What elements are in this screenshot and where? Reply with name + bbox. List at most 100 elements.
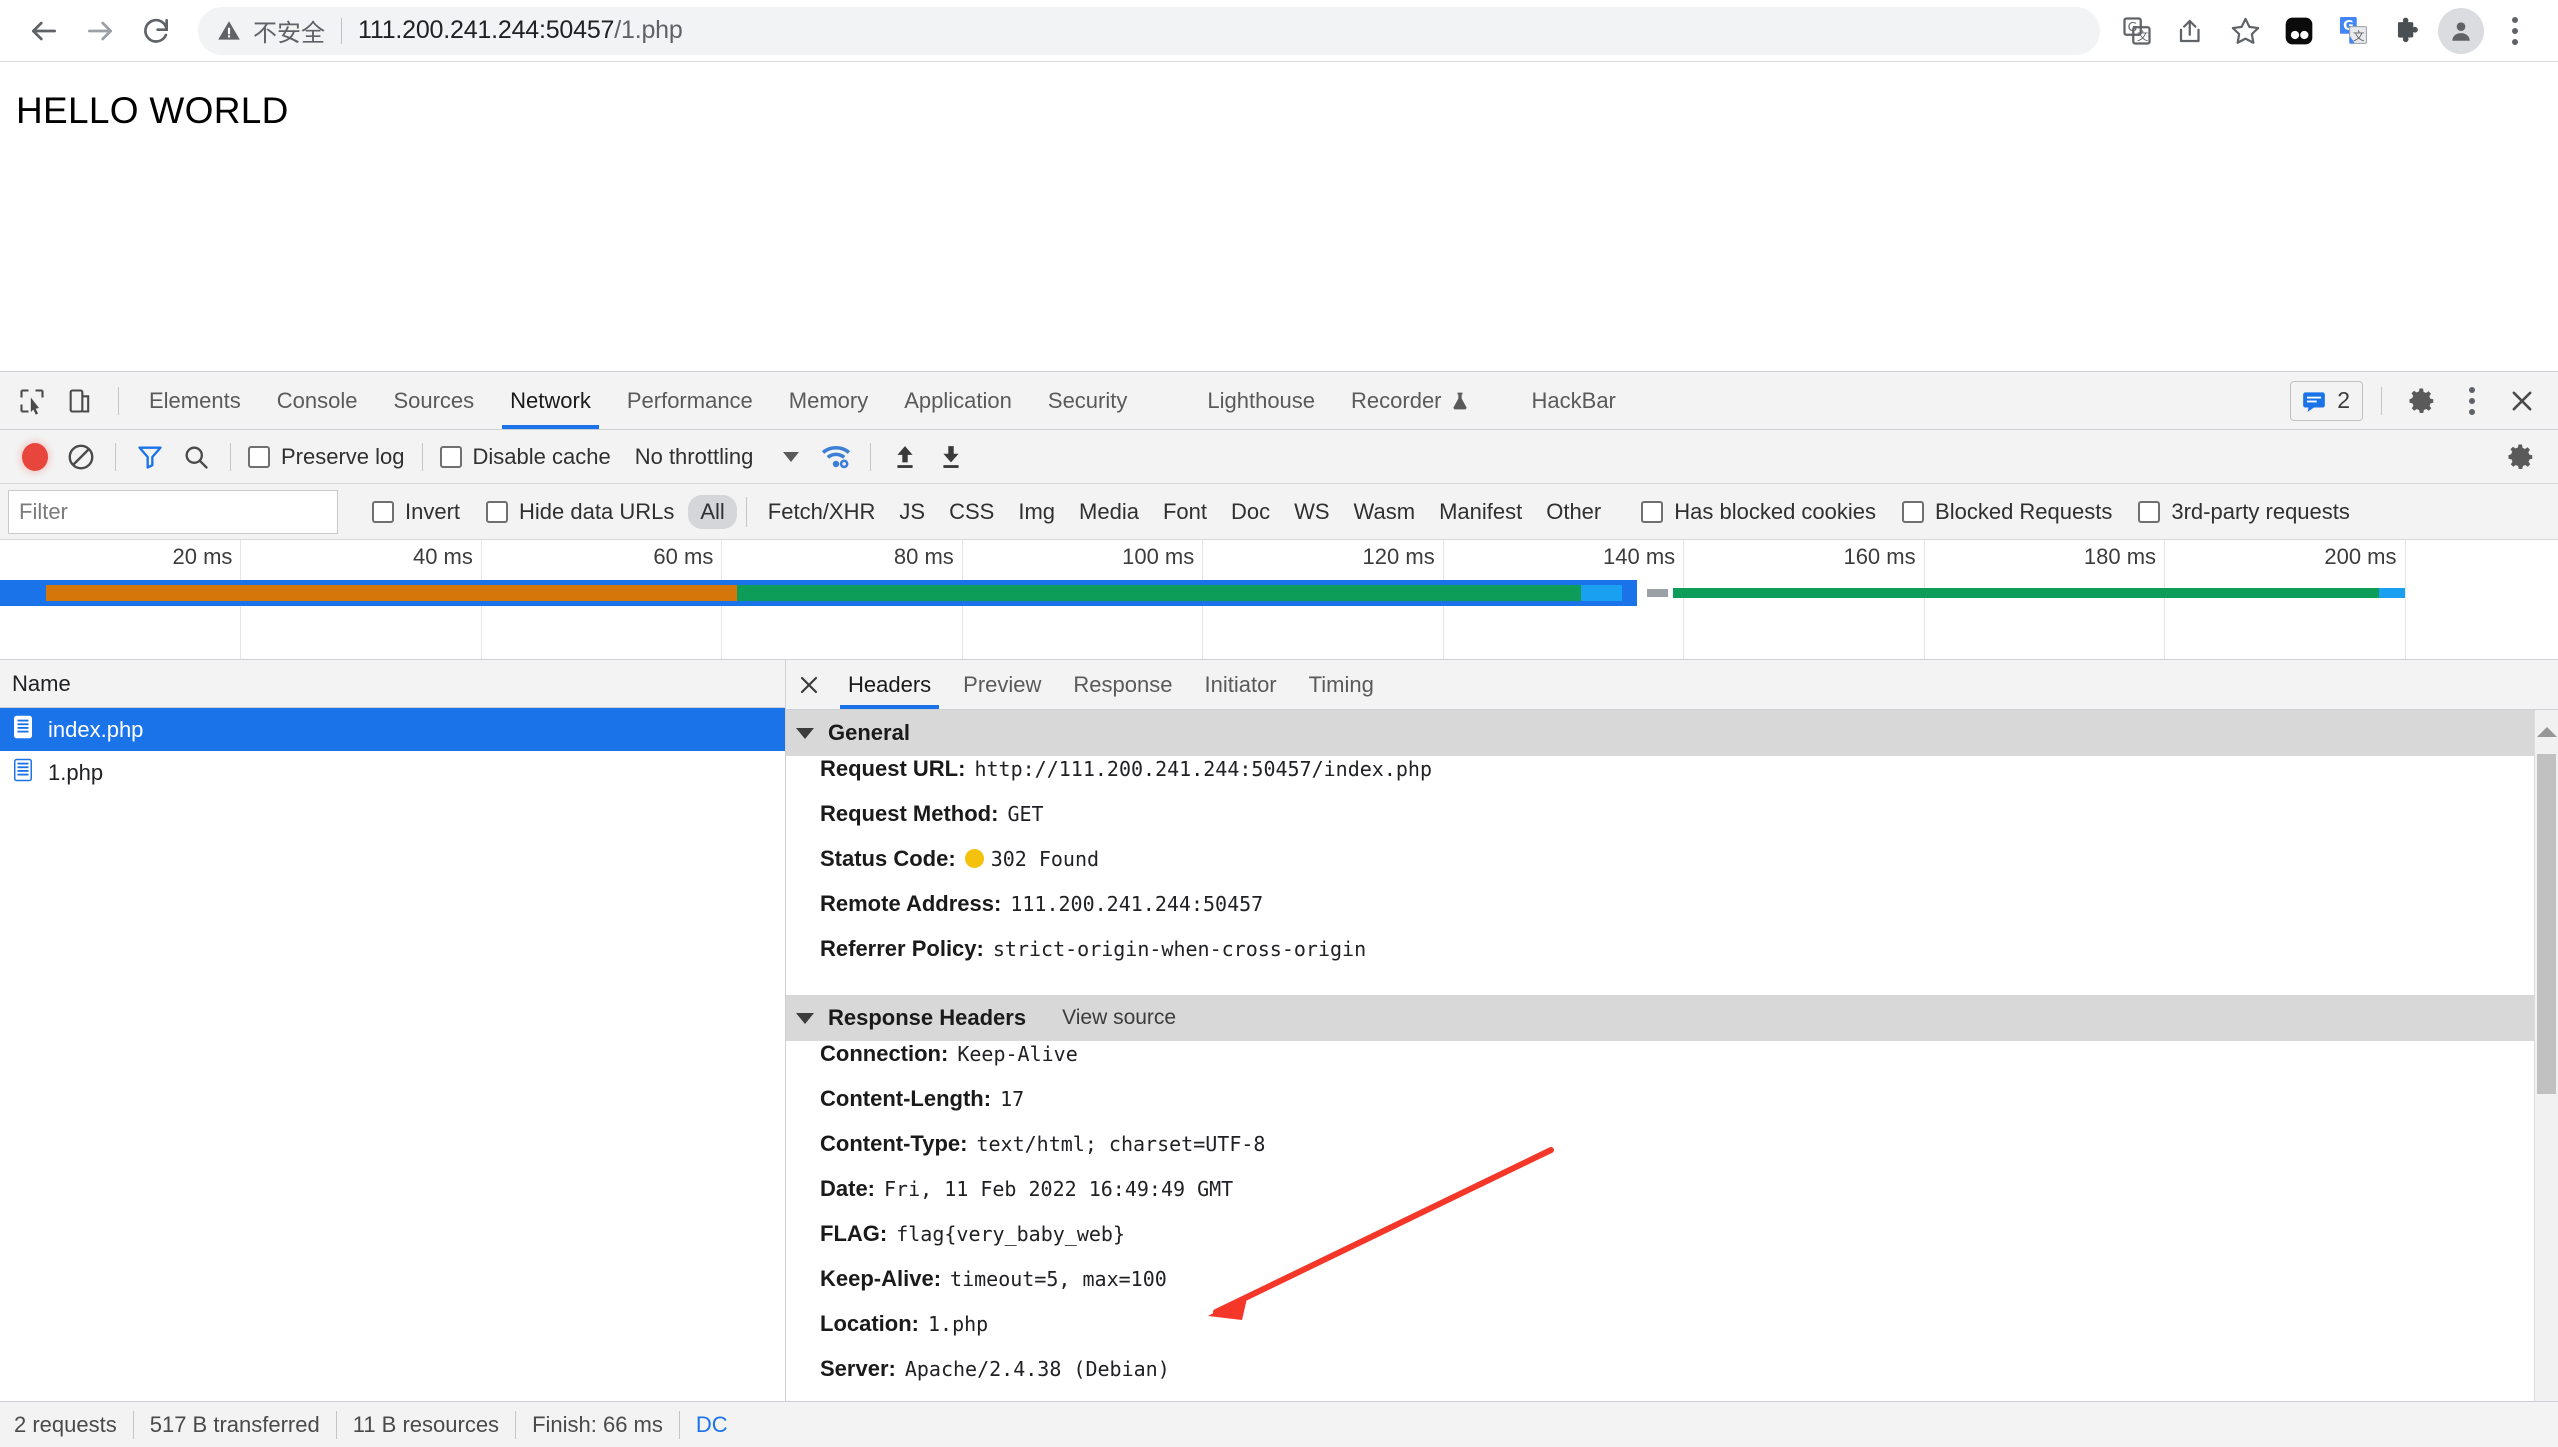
search-icon[interactable] [173,434,219,480]
export-har-icon[interactable] [928,434,974,480]
response-headers-section-header[interactable]: Response Headers View source [786,995,2558,1041]
network-settings-gear-icon[interactable] [2498,434,2544,480]
filter-input[interactable] [8,490,338,534]
request-list-header[interactable]: Name [0,660,785,708]
omnibox[interactable]: 不安全 111.200.241.244:50457/1.php [198,7,2100,55]
filter-type-js[interactable]: JS [887,495,937,529]
chrome-menu-icon[interactable] [2488,4,2542,58]
table-row[interactable]: 1.php [0,751,785,794]
kebab-dots [2512,17,2518,45]
tab-response[interactable]: Response [1057,660,1188,709]
page-title: HELLO WORLD [16,90,2542,132]
has-blocked-cookies-checkbox[interactable]: Has blocked cookies [1635,499,1882,525]
tab-timing[interactable]: Timing [1293,660,1390,709]
tab-preview[interactable]: Preview [947,660,1057,709]
hide-data-urls-label: Hide data URLs [519,499,674,525]
tab-application[interactable]: Application [886,372,1030,429]
network-overview-timeline[interactable]: 20 ms 40 ms 60 ms 80 ms 100 ms 120 ms 14… [0,540,2558,660]
address-bar-url[interactable]: 111.200.241.244:50457/1.php [358,16,683,45]
devtools-close-icon[interactable] [2500,379,2544,423]
tab-memory[interactable]: Memory [771,372,886,429]
import-har-icon[interactable] [882,434,928,480]
record-button[interactable] [12,434,58,480]
filter-type-other[interactable]: Other [1534,495,1613,529]
extension-dark-icon[interactable] [2272,4,2326,58]
filter-type-img[interactable]: Img [1006,495,1067,529]
forward-button[interactable] [72,3,128,59]
tab-console[interactable]: Console [259,372,376,429]
tab-security[interactable]: Security [1030,372,1145,429]
view-source-link[interactable]: View source [1062,1006,1176,1030]
preserve-log-label: Preserve log [281,444,405,470]
document-icon [12,758,34,788]
filter-type-fetch-xhr[interactable]: Fetch/XHR [756,495,888,529]
google-translate-extension-icon[interactable]: G文 [2326,4,2380,58]
network-filter-bar: Invert Hide data URLs All Fetch/XHR JS C… [0,484,2558,540]
header-row: Server: Apache/2.4.38 (Debian) [786,1356,2558,1401]
header-value: http://111.200.241.244:50457/index.php [974,757,1432,781]
overview-tick: 200 ms [2324,544,2404,570]
filter-type-all[interactable]: All [688,495,736,529]
network-status-bar: 2 requests 517 B transferred 11 B resour… [0,1401,2558,1447]
tab-hackbar[interactable]: HackBar [1514,372,1634,429]
general-section-header[interactable]: General [786,710,2558,756]
filter-type-doc[interactable]: Doc [1219,495,1282,529]
filter-type-media[interactable]: Media [1067,495,1151,529]
header-value: Keep-Alive [957,1042,1077,1066]
filter-type-manifest[interactable]: Manifest [1427,495,1534,529]
filter-type-css[interactable]: CSS [937,495,1006,529]
filter-type-ws[interactable]: WS [1282,495,1341,529]
scrollbar-thumb[interactable] [2537,754,2556,1094]
tab-elements[interactable]: Elements [131,372,259,429]
filter-type-font[interactable]: Font [1151,495,1219,529]
network-conditions-icon[interactable] [813,434,859,480]
tab-lighthouse[interactable]: Lighthouse [1189,372,1333,429]
tab-label: Console [277,388,358,414]
third-party-requests-checkbox[interactable]: 3rd-party requests [2132,499,2356,525]
tab-label: Memory [789,388,868,414]
omnibox-divider [341,18,342,44]
tab-recorder[interactable]: Recorder [1333,372,1487,429]
reload-button[interactable] [128,3,184,59]
tab-initiator[interactable]: Initiator [1188,660,1292,709]
scroll-up-arrow-icon[interactable] [2535,710,2558,754]
hide-data-urls-checkbox[interactable]: Hide data URLs [480,499,680,525]
profile-avatar-icon[interactable] [2434,4,2488,58]
inspect-element-icon[interactable] [10,379,54,423]
devtools-more-icon[interactable] [2450,379,2494,423]
blocked-requests-checkbox[interactable]: Blocked Requests [1896,499,2118,525]
puzzle-icon[interactable] [2380,4,2434,58]
filter-toggle-icon[interactable] [127,434,173,480]
overview-tick: 140 ms [1603,544,1683,570]
header-value: 17 [1000,1087,1024,1111]
overview-bar-index-orange [46,585,737,601]
header-value: GET [1007,802,1043,826]
clear-button[interactable] [58,434,104,480]
toolbar-divider-4 [870,443,871,471]
tab-headers[interactable]: Headers [832,660,947,709]
details-scrollbar[interactable] [2534,710,2558,1401]
filter-type-wasm[interactable]: Wasm [1342,495,1428,529]
tab-performance[interactable]: Performance [609,372,771,429]
header-row-status: Status Code: 302 Found [786,846,2558,891]
back-button[interactable] [16,3,72,59]
translate-icon[interactable]: G文 [2110,4,2164,58]
issues-icon[interactable]: 2 [2290,381,2363,421]
header-row: Date: Fri, 11 Feb 2022 16:49:49 GMT [786,1176,2558,1221]
star-icon[interactable] [2218,4,2272,58]
svg-text:文: 文 [2137,28,2148,42]
page-viewport: HELLO WORLD [0,62,2558,371]
tab-network[interactable]: Network [492,372,609,429]
table-row[interactable]: index.php [0,708,785,751]
settings-gear-icon[interactable] [2400,379,2444,423]
tab-sources[interactable]: Sources [375,372,492,429]
share-icon[interactable] [2164,4,2218,58]
invert-checkbox[interactable]: Invert [366,499,466,525]
disable-cache-checkbox[interactable]: Disable cache [434,444,617,470]
details-close-icon[interactable] [786,660,832,709]
status-domcontentloaded: DC [680,1412,744,1438]
device-toolbar-icon[interactable] [58,379,102,423]
preserve-log-checkbox[interactable]: Preserve log [242,444,411,470]
throttling-select[interactable]: No throttling [635,444,800,470]
status-badge [965,849,984,868]
